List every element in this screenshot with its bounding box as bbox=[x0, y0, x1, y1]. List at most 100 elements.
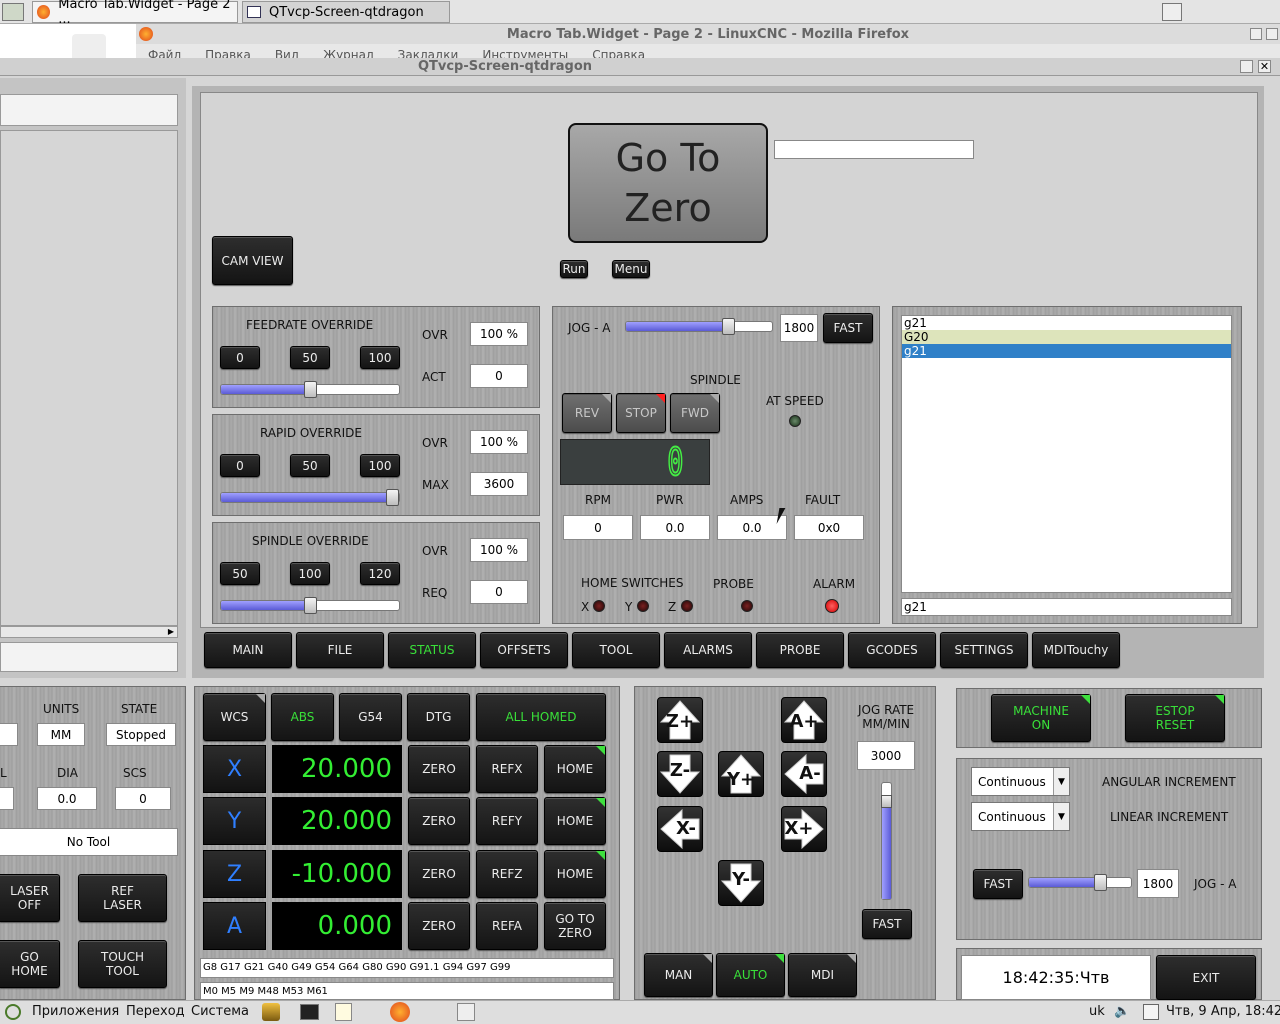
rapid-50-button[interactable]: 50 bbox=[290, 454, 330, 477]
slider-knob[interactable] bbox=[722, 318, 736, 335]
firefox-launcher-icon[interactable] bbox=[390, 1002, 410, 1022]
laser-off-button[interactable]: LASER OFF bbox=[0, 874, 60, 922]
exit-button[interactable]: EXIT bbox=[1156, 955, 1256, 1000]
rapid-slider[interactable] bbox=[220, 489, 400, 506]
spindle-jog-slider[interactable] bbox=[625, 318, 773, 335]
ref-laser-button[interactable]: REF LASER bbox=[78, 874, 167, 922]
machine-jog-slider[interactable] bbox=[1028, 874, 1132, 891]
refz-button[interactable]: REFZ bbox=[476, 850, 538, 898]
tab-alarms[interactable]: ALARMS bbox=[664, 632, 752, 668]
tab-tool[interactable]: TOOL bbox=[572, 632, 660, 668]
spindle-100-button[interactable]: 100 bbox=[290, 562, 330, 585]
cam-view-button[interactable]: CAM VIEW bbox=[212, 236, 293, 285]
jog-rate-fast-button[interactable]: FAST bbox=[862, 909, 912, 939]
spindle-50-button[interactable]: 50 bbox=[220, 562, 260, 585]
refa-button[interactable]: REFA bbox=[476, 902, 538, 950]
jog-x-minus-button[interactable]: X- bbox=[657, 806, 703, 852]
axis-a-button[interactable]: A bbox=[203, 902, 266, 950]
network-icon[interactable] bbox=[1143, 1004, 1159, 1020]
slider-knob[interactable] bbox=[1094, 874, 1108, 891]
mode-auto-button[interactable]: AUTO bbox=[716, 953, 785, 997]
jog-z-plus-button[interactable]: Z+ bbox=[657, 697, 703, 743]
tab-gcodes[interactable]: GCODES bbox=[848, 632, 936, 668]
a-go-to-zero-button[interactable]: GO TO ZERO bbox=[544, 902, 606, 950]
abs-button[interactable]: ABS bbox=[271, 693, 334, 741]
run-button[interactable]: Run bbox=[560, 260, 588, 278]
feed-50-button[interactable]: 50 bbox=[290, 346, 330, 369]
estop-reset-button[interactable]: ESTOP RESET bbox=[1125, 694, 1225, 742]
spindle-fwd-button[interactable]: FWD bbox=[670, 393, 720, 433]
refy-button[interactable]: REFY bbox=[476, 797, 538, 845]
touch-tool-button[interactable]: TOUCH TOOL bbox=[78, 940, 167, 988]
spindle-stop-button[interactable]: STOP bbox=[616, 393, 666, 433]
spindle-jog-fast-button[interactable]: FAST bbox=[823, 313, 873, 343]
go-to-zero-button[interactable]: Go To Zero bbox=[568, 123, 768, 243]
mode-mdi-button[interactable]: MDI bbox=[788, 953, 857, 997]
axis-z-button[interactable]: Z bbox=[203, 850, 266, 898]
rapid-0-button[interactable]: 0 bbox=[220, 454, 260, 477]
mdi-history-list[interactable]: g21 G20 g21 bbox=[901, 315, 1232, 593]
tab-probe[interactable]: PROBE bbox=[756, 632, 844, 668]
window-list-icon[interactable] bbox=[457, 1003, 475, 1021]
maximize-icon[interactable] bbox=[1162, 3, 1182, 21]
jog-a-plus-button[interactable]: A+ bbox=[781, 697, 827, 743]
feed-0-button[interactable]: 0 bbox=[220, 346, 260, 369]
jog-rate-vslider-knob[interactable] bbox=[881, 795, 892, 808]
all-homed-button[interactable]: ALL HOMED bbox=[476, 693, 606, 741]
taskbar-tab-firefox[interactable]: Macro Tab.Widget - Page 2 ... bbox=[32, 0, 238, 27]
feed-100-button[interactable]: 100 bbox=[360, 346, 400, 369]
go-home-button[interactable]: GO HOME bbox=[0, 940, 60, 988]
menu-button[interactable]: Menu bbox=[612, 260, 650, 278]
jog-rate-vslider[interactable] bbox=[881, 782, 892, 900]
firefox-minimize-icon[interactable] bbox=[1250, 28, 1262, 40]
launcher-icon[interactable] bbox=[262, 1003, 280, 1021]
slider-knob[interactable] bbox=[386, 489, 399, 506]
tab-status[interactable]: STATUS bbox=[388, 632, 476, 668]
menu-places[interactable]: Переход bbox=[126, 1004, 185, 1019]
feedrate-slider[interactable] bbox=[220, 381, 400, 398]
machine-on-button[interactable]: MACHINE ON bbox=[991, 694, 1091, 742]
preview-scrollbar[interactable] bbox=[0, 626, 178, 638]
mdi-history-item-selected[interactable]: g21 bbox=[902, 344, 1231, 358]
tab-file[interactable]: FILE bbox=[296, 632, 384, 668]
wcs-button[interactable]: WCS bbox=[203, 693, 266, 741]
mdi-history-item[interactable]: g21 bbox=[902, 316, 1231, 330]
machine-jog-value[interactable]: 1800 bbox=[1137, 869, 1179, 898]
macro-entry-field[interactable] bbox=[774, 140, 974, 159]
gcode-preview[interactable] bbox=[0, 130, 178, 626]
spindle-120-button[interactable]: 120 bbox=[360, 562, 400, 585]
jog-z-minus-button[interactable]: Z- bbox=[657, 751, 703, 797]
menu-system[interactable]: Система bbox=[191, 1004, 249, 1019]
home-x-button[interactable]: HOME bbox=[544, 745, 606, 793]
mdi-input[interactable]: g21 bbox=[901, 598, 1232, 616]
mdi-history-item[interactable]: G20 bbox=[902, 330, 1231, 344]
linear-increment-combo[interactable]: Continuous ▼ bbox=[971, 802, 1070, 831]
dtg-button[interactable]: DTG bbox=[407, 693, 470, 741]
qtvcp-minimize-icon[interactable] bbox=[1240, 60, 1253, 73]
slider-knob[interactable] bbox=[304, 381, 317, 398]
zero-z-button[interactable]: ZERO bbox=[408, 850, 470, 898]
jog-x-plus-button[interactable]: X+ bbox=[781, 806, 827, 852]
rapid-100-button[interactable]: 100 bbox=[360, 454, 400, 477]
slider-knob[interactable] bbox=[304, 597, 317, 614]
menu-edit[interactable]: Правка bbox=[205, 44, 251, 58]
jog-rate-value[interactable]: 3000 bbox=[857, 741, 915, 770]
text-editor-icon[interactable] bbox=[335, 1003, 352, 1021]
scroll-right-icon[interactable]: ▶ bbox=[165, 627, 177, 637]
show-desktop-icon[interactable] bbox=[2, 3, 24, 21]
menu-history[interactable]: Журнал bbox=[323, 44, 374, 58]
tab-settings[interactable]: SETTINGS bbox=[940, 632, 1028, 668]
keyboard-layout[interactable]: uk bbox=[1089, 1004, 1105, 1019]
tab-main[interactable]: MAIN bbox=[204, 632, 292, 668]
tab-offsets[interactable]: OFFSETS bbox=[480, 632, 568, 668]
jog-y-minus-button[interactable]: Y- bbox=[718, 860, 764, 906]
spindle-jog-value[interactable]: 1800 bbox=[780, 314, 818, 342]
refx-button[interactable]: REFX bbox=[476, 745, 538, 793]
menu-view[interactable]: Вид bbox=[275, 44, 299, 58]
home-z-button[interactable]: HOME bbox=[544, 850, 606, 898]
menu-help[interactable]: Справка bbox=[592, 44, 645, 58]
spindle-rev-button[interactable]: REV bbox=[562, 393, 612, 433]
tab-mditouchy[interactable]: MDITouchy bbox=[1032, 632, 1120, 668]
zero-a-button[interactable]: ZERO bbox=[408, 902, 470, 950]
menu-tools[interactable]: Инструменты bbox=[482, 44, 568, 58]
